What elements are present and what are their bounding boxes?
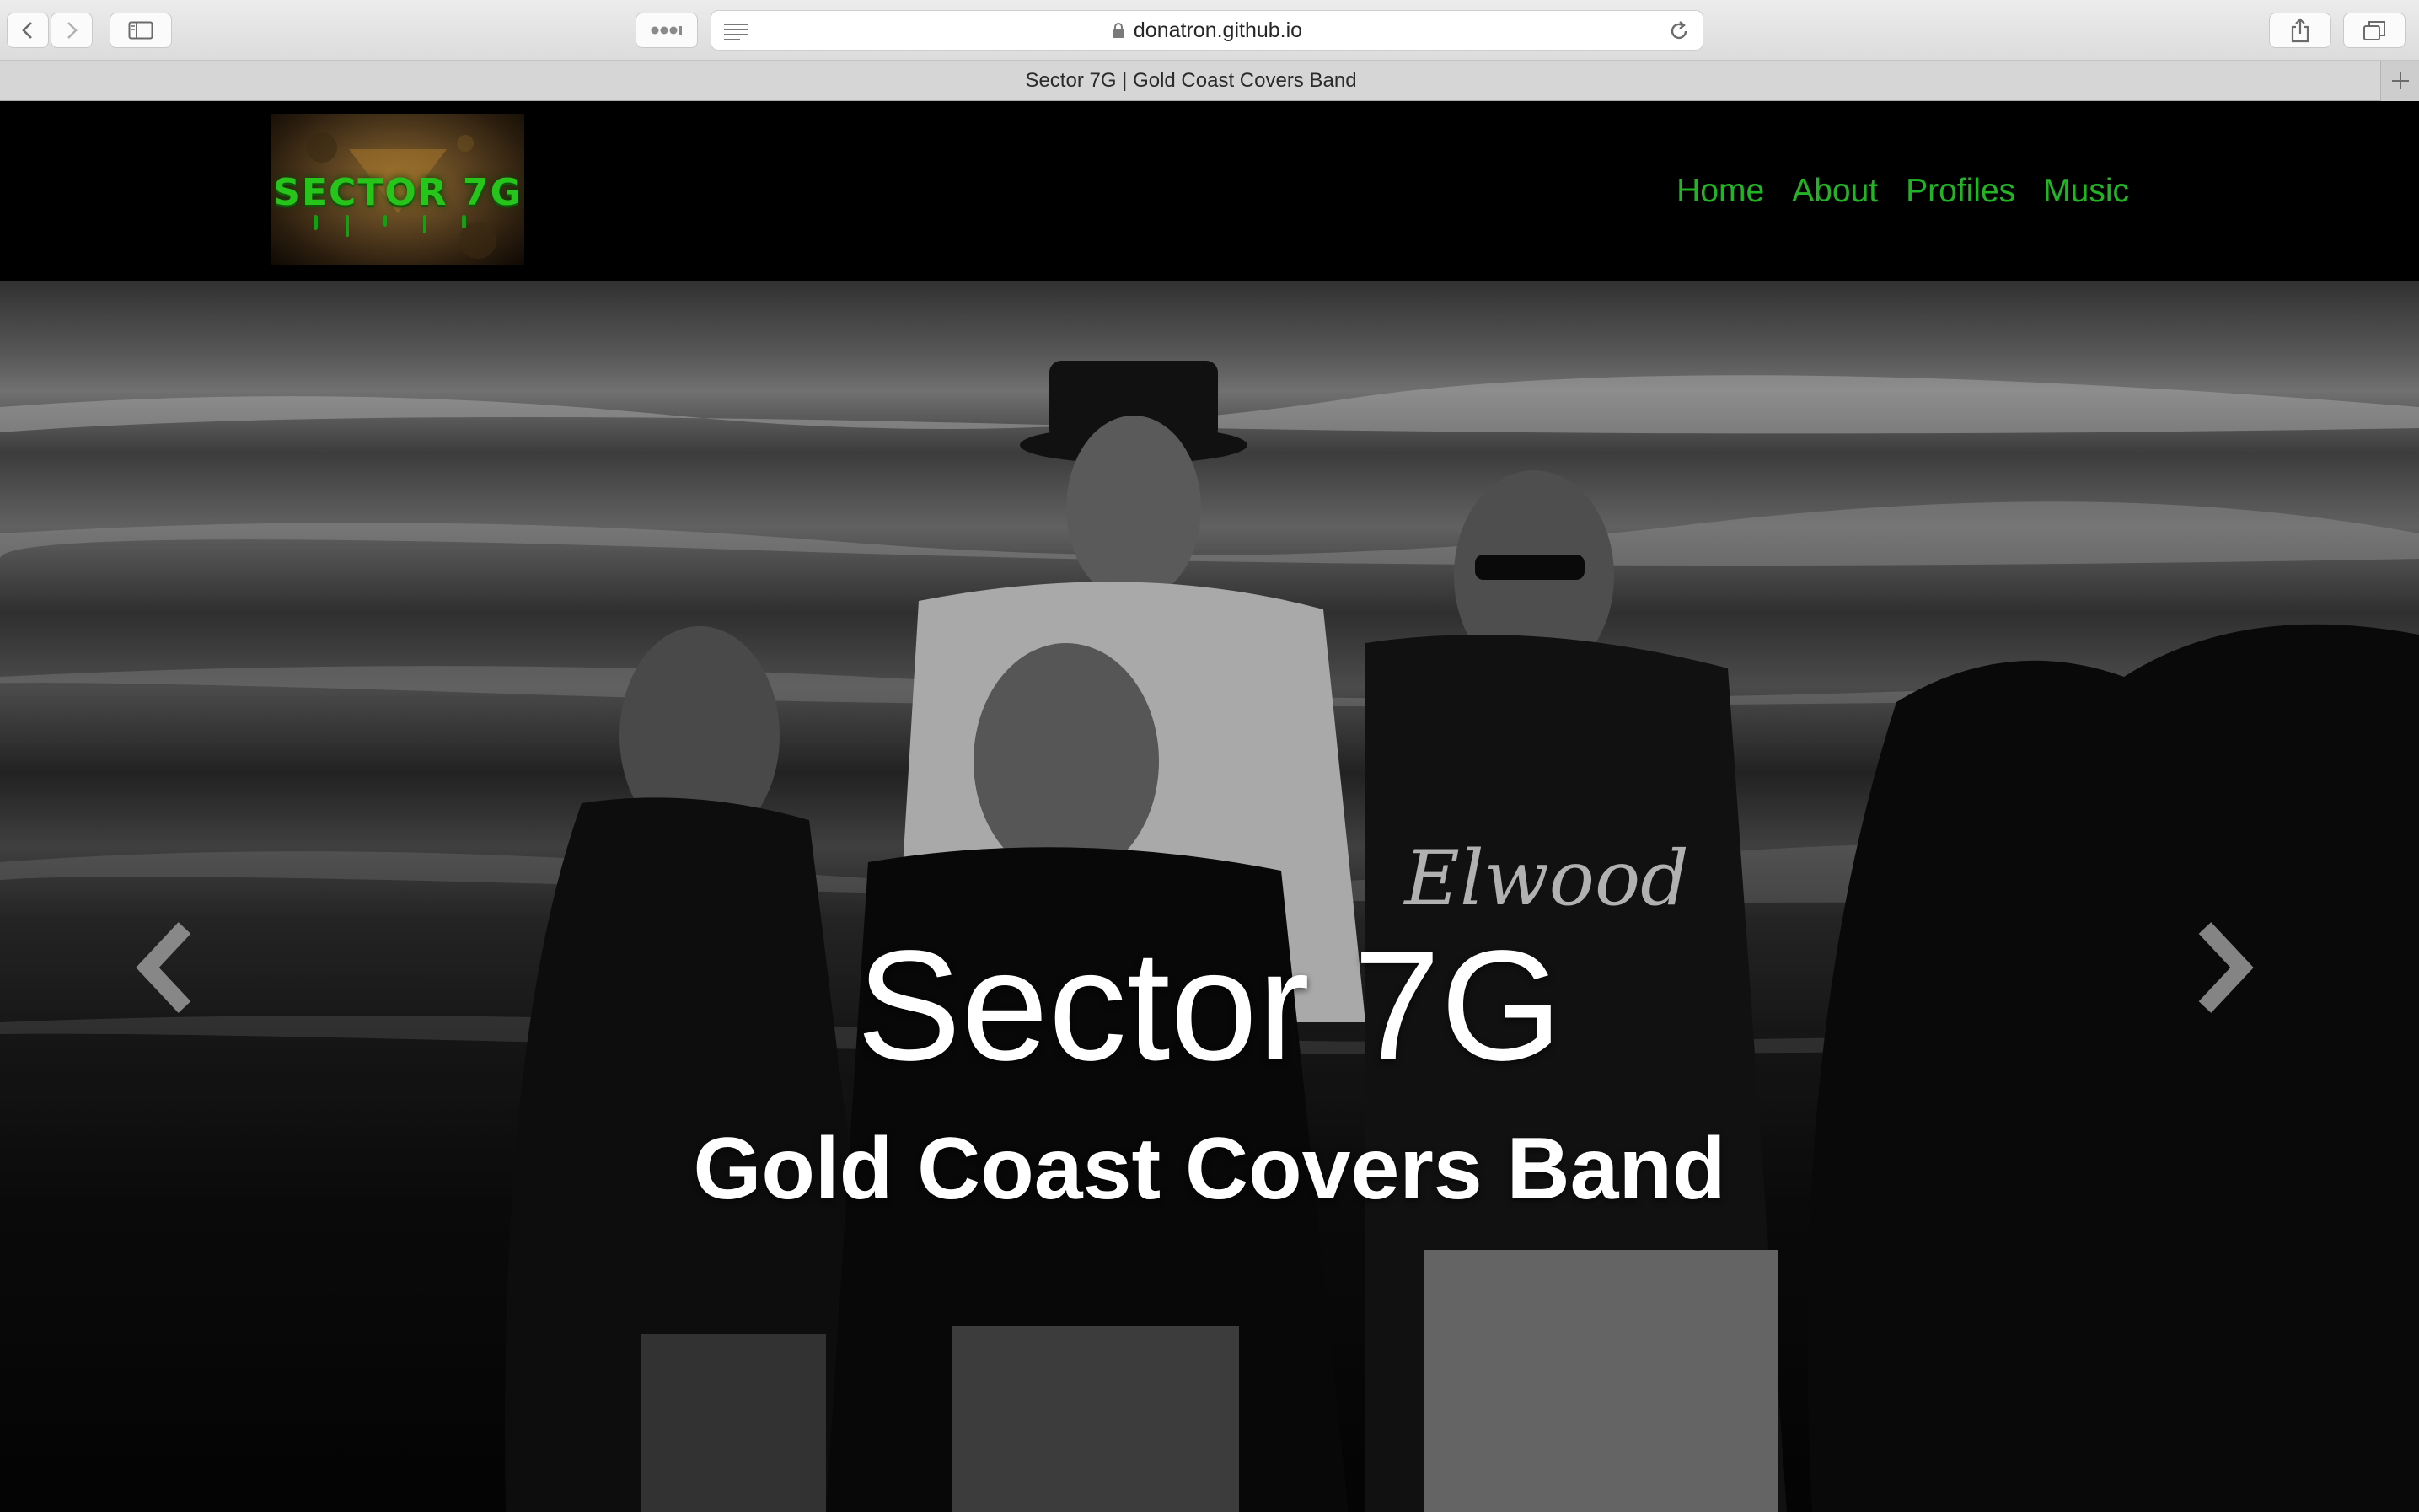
- tab-bar: Sector 7G | Gold Coast Covers Band: [0, 61, 2419, 101]
- logo-text: SECTOR 7G: [273, 171, 523, 214]
- site-navbar: SECTOR 7G Home About Profiles Music: [0, 102, 2419, 281]
- url-text: donatron.github.io: [1133, 18, 1303, 42]
- chevron-right-icon: [2198, 922, 2254, 1013]
- chevron-left-icon: [136, 922, 191, 1013]
- new-tab-button[interactable]: [2380, 61, 2419, 101]
- site-logo[interactable]: SECTOR 7G: [271, 114, 524, 265]
- forward-icon: [67, 22, 78, 39]
- web-page: SECTOR 7G Home About Profiles Music Elwo…: [0, 102, 2419, 1512]
- back-button[interactable]: [7, 13, 49, 48]
- browser-toolbar: donatron.github.io: [0, 0, 2419, 61]
- hero-subtitle: Gold Coast Covers Band: [693, 1120, 1726, 1218]
- tabs-icon: [2363, 21, 2385, 40]
- extensions-icon: [651, 26, 682, 35]
- show-tabs-button[interactable]: [2343, 13, 2406, 48]
- sidebar-icon: [128, 21, 153, 40]
- hero-title: Sector 7G: [856, 919, 1563, 1093]
- active-tab[interactable]: Sector 7G | Gold Coast Covers Band: [0, 61, 2382, 101]
- nav-home[interactable]: Home: [1676, 173, 1764, 210]
- carousel-next-button[interactable]: [2179, 913, 2272, 1022]
- main-nav: Home About Profiles Music: [1649, 102, 2129, 281]
- nav-about[interactable]: About: [1792, 173, 1878, 210]
- extensions-button[interactable]: [636, 13, 698, 48]
- url-display[interactable]: donatron.github.io: [711, 11, 1703, 50]
- carousel-prev-button[interactable]: [118, 913, 211, 1022]
- sidebar-button[interactable]: [110, 13, 172, 48]
- share-icon: [2291, 18, 2309, 43]
- hero-overlay: [0, 281, 2419, 1512]
- reload-icon[interactable]: [1667, 19, 1691, 43]
- new-tab-icon: [2391, 72, 2409, 89]
- address-bar[interactable]: donatron.github.io: [711, 10, 1703, 51]
- back-icon: [22, 22, 32, 39]
- nav-music[interactable]: Music: [2043, 173, 2129, 210]
- share-button[interactable]: [2269, 13, 2331, 48]
- lock-icon: [1112, 23, 1124, 38]
- nav-profiles[interactable]: Profiles: [1906, 173, 2015, 210]
- forward-button[interactable]: [51, 13, 93, 48]
- hero-carousel: Elwood Sector 7G Gold Coast Covers Band: [0, 281, 2419, 1512]
- logo-drip-icon: [314, 215, 466, 237]
- tab-title: Sector 7G | Gold Coast Covers Band: [1025, 69, 1357, 92]
